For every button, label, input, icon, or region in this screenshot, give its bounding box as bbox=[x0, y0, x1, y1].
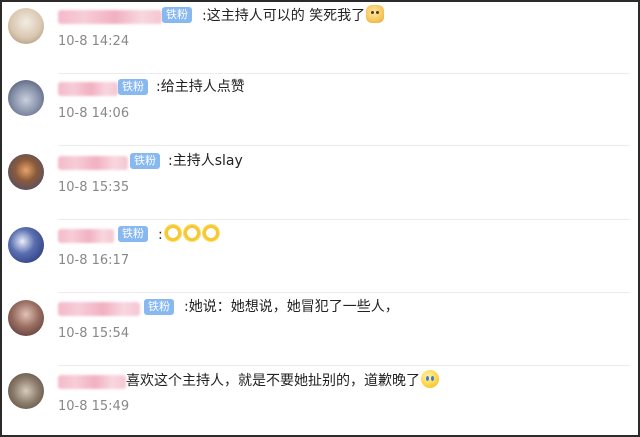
comment-text: 喜欢这个主持人，就是不要她扯别的，道歉晚了 bbox=[126, 370, 439, 391]
crying-face-icon bbox=[421, 370, 439, 388]
comment-text: :这主持人可以的 笑死我了 bbox=[202, 5, 385, 26]
comment-time: 10-8 15:35 bbox=[58, 180, 130, 195]
fan-badge: 铁粉 bbox=[162, 7, 192, 23]
avatar[interactable] bbox=[8, 80, 44, 116]
avatar[interactable] bbox=[8, 154, 44, 190]
comment-list: 铁粉 :这主持人可以的 笑死我了 10-8 14:24 铁粉 :给主持人点赞 1… bbox=[0, 0, 640, 437]
avatar[interactable] bbox=[8, 373, 44, 409]
ring-emoji-icon bbox=[182, 224, 201, 242]
divider bbox=[58, 365, 630, 366]
doge-icon bbox=[366, 5, 385, 23]
fan-badge: 铁粉 bbox=[144, 299, 174, 315]
comment-text: :她说：她想说，她冒犯了一些人， bbox=[184, 297, 399, 317]
comment-item: 铁粉 :给主持人点赞 10-8 14:06 bbox=[2, 74, 638, 146]
comment-body: :她说：她想说，她冒犯了一些人， bbox=[184, 299, 399, 315]
fan-badge: 铁粉 bbox=[130, 153, 160, 169]
username-blurred[interactable] bbox=[58, 375, 126, 389]
username-blurred[interactable] bbox=[58, 229, 114, 243]
comment-text: : bbox=[158, 224, 220, 245]
comment-item: 铁粉 :她说：她想说，她冒犯了一些人， 10-8 15:54 bbox=[2, 294, 638, 366]
avatar[interactable] bbox=[8, 8, 44, 44]
comment-text: :主持人slay bbox=[168, 151, 243, 171]
fan-badge: 铁粉 bbox=[118, 226, 148, 242]
comment-time: 10-8 15:49 bbox=[58, 399, 130, 414]
comment-body: :这主持人可以的 笑死我了 bbox=[202, 8, 366, 24]
divider bbox=[58, 292, 630, 293]
comment-body: : bbox=[158, 227, 163, 243]
username-blurred[interactable] bbox=[58, 156, 128, 170]
ring-emoji-icon bbox=[201, 224, 220, 242]
comment-body: :给主持人点赞 bbox=[156, 79, 245, 95]
username-blurred[interactable] bbox=[58, 10, 162, 24]
divider bbox=[58, 219, 630, 220]
avatar[interactable] bbox=[8, 300, 44, 336]
fan-badge: 铁粉 bbox=[118, 79, 148, 95]
comment-body: 喜欢这个主持人，就是不要她扯别的，道歉晚了 bbox=[126, 373, 420, 389]
comment-item: 铁粉 :主持人slay 10-8 15:35 bbox=[2, 148, 638, 220]
avatar[interactable] bbox=[8, 227, 44, 263]
divider bbox=[58, 145, 630, 146]
comment-item: 铁粉 :这主持人可以的 笑死我了 10-8 14:24 bbox=[2, 2, 638, 74]
comment-text: :给主持人点赞 bbox=[156, 77, 245, 97]
comment-item: 铁粉 : 10-8 16:17 bbox=[2, 221, 638, 293]
comment-time: 10-8 14:06 bbox=[58, 106, 130, 121]
username-blurred[interactable] bbox=[58, 302, 140, 316]
comment-time: 10-8 15:54 bbox=[58, 326, 130, 341]
ring-emoji-icon bbox=[163, 224, 182, 242]
comment-time: 10-8 14:24 bbox=[58, 34, 130, 49]
comment-body: :主持人slay bbox=[168, 153, 243, 169]
comment-item: 喜欢这个主持人，就是不要她扯别的，道歉晚了 10-8 15:49 bbox=[2, 367, 638, 435]
username-blurred[interactable] bbox=[58, 82, 118, 96]
comment-time: 10-8 16:17 bbox=[58, 253, 130, 268]
